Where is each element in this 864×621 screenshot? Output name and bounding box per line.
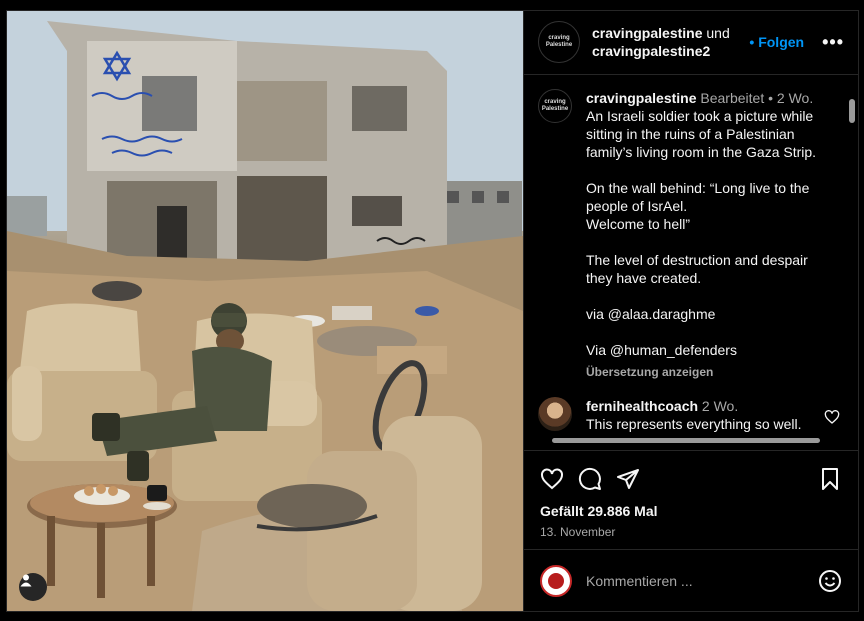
photo-illustration: [7, 11, 523, 611]
author-username-1[interactable]: cravingpalestine: [592, 25, 703, 41]
post-modal: craving Palestine cravingpalestine und c…: [6, 10, 859, 612]
comment-body: fernihealthcoach 2 Wo. This represents e…: [586, 397, 802, 433]
comment-item: fernihealthcoach 2 Wo. This represents e…: [538, 396, 840, 433]
user-tag-button[interactable]: [19, 573, 47, 601]
more-options-button[interactable]: •••: [822, 32, 844, 53]
comment-meta: 2 Wo.: [701, 397, 739, 414]
post-photo[interactable]: [7, 11, 523, 611]
follow-button[interactable]: • Folgen: [749, 34, 804, 50]
caption-body: cravingpalestine Bearbeitet • 2 Wo. An I…: [586, 89, 818, 381]
commenter-avatar[interactable]: [538, 396, 572, 431]
comment-like-icon[interactable]: [824, 409, 840, 425]
current-user-avatar: [540, 564, 572, 597]
post-actions: Gefällt 29.886 Mal 13. November: [524, 449, 858, 550]
comment-text: This represents everything so well.: [586, 415, 802, 432]
author-conjunction: und: [706, 25, 730, 42]
comments-horizontal-scrollbar[interactable]: [538, 436, 858, 444]
translate-link[interactable]: Übersetzung anzeigen: [586, 363, 818, 381]
caption-text: An Israeli soldier took a picture while …: [586, 107, 817, 358]
author-names: cravingpalestine und cravingpalestine2: [592, 24, 749, 60]
emoji-icon[interactable]: [818, 569, 842, 593]
post-caption: craving Palestine cravingpalestine Bearb…: [538, 88, 840, 381]
post-date: 13. November: [540, 524, 616, 539]
likes-count[interactable]: Gefällt 29.886 Mal: [540, 503, 842, 519]
caption-meta: Bearbeitet • 2 Wo.: [700, 89, 814, 106]
avatar-logo-text: craving Palestine: [545, 35, 573, 49]
comments-vertical-scrollbar[interactable]: [848, 87, 856, 407]
bookmark-icon[interactable]: [818, 467, 842, 491]
caption-avatar-text: craving Palestine: [541, 98, 569, 112]
comment-input[interactable]: [586, 572, 818, 589]
comment-icon[interactable]: [578, 467, 602, 491]
comment-username[interactable]: fernihealthcoach: [586, 398, 698, 414]
post-header: craving Palestine cravingpalestine und c…: [524, 11, 858, 75]
user-tag-icon: [20, 574, 32, 587]
caption-avatar[interactable]: craving Palestine: [538, 88, 572, 123]
author-avatar[interactable]: craving Palestine: [538, 21, 580, 64]
author-username-2[interactable]: cravingpalestine2: [592, 43, 710, 59]
caption-username[interactable]: cravingpalestine: [586, 90, 697, 106]
post-sidebar: craving Palestine cravingpalestine und c…: [523, 11, 858, 611]
heart-icon[interactable]: [540, 467, 564, 491]
share-icon[interactable]: [616, 467, 640, 491]
add-comment-bar: [524, 549, 858, 611]
comments-section: craving Palestine cravingpalestine Bearb…: [524, 75, 858, 450]
